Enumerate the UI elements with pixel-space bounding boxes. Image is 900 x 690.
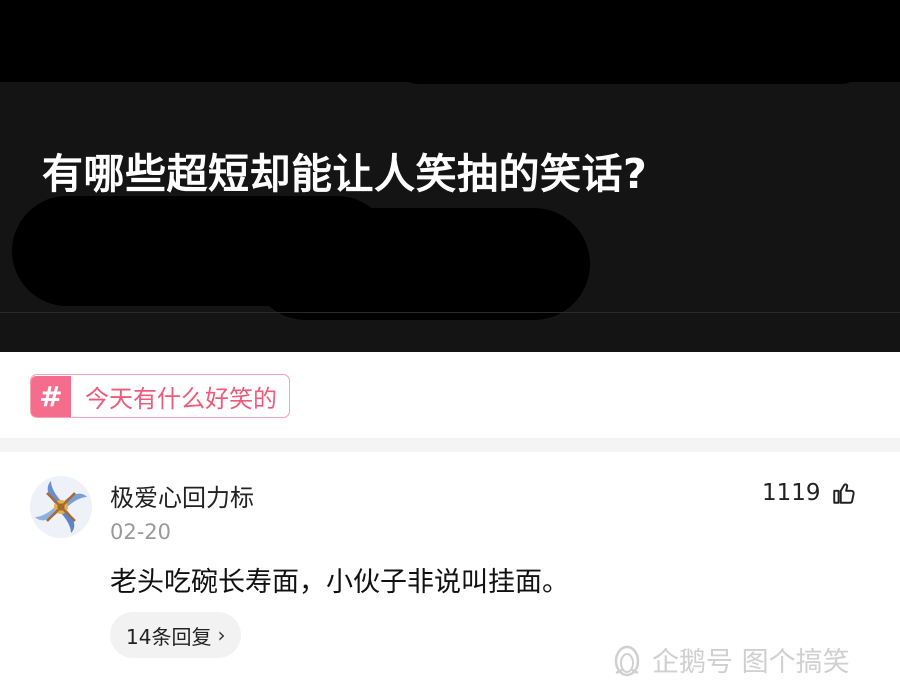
comment-item: 极爱心回力标 02-20 1119 老头吃碗长寿面，小伙子非说叫挂面。 14条回…	[0, 452, 900, 690]
replies-label: 14条回复	[126, 624, 212, 649]
view-replies-button[interactable]: 14条回复 ›	[110, 612, 242, 658]
question-header: 有哪些超短却能让人笑抽的笑话?	[0, 0, 900, 352]
question-title[interactable]: 有哪些超短却能让人笑抽的笑话?	[42, 140, 647, 200]
section-separator	[0, 438, 900, 452]
hashtag-icon: #	[31, 375, 71, 417]
watermark-text: 企鹅号 图个搞笑	[652, 647, 850, 678]
avatar[interactable]	[30, 476, 92, 538]
pinwheel-avatar-icon	[30, 476, 92, 538]
like-count: 1119	[762, 480, 821, 506]
penguin-icon	[614, 645, 640, 676]
redaction-mark	[390, 40, 870, 84]
comment-date: 02-20	[110, 520, 172, 544]
thumbs-up-icon	[832, 483, 855, 504]
topic-area: # 今天有什么好笑的	[0, 352, 900, 438]
username[interactable]: 极爱心回力标	[110, 478, 254, 513]
topic-tag[interactable]: # 今天有什么好笑的	[30, 374, 290, 418]
comment-content: 老头吃碗长寿面，小伙子非说叫挂面。	[110, 567, 569, 598]
like-button[interactable]: 1119	[762, 480, 857, 506]
divider	[0, 312, 900, 313]
watermark: 企鹅号 图个搞笑	[612, 640, 850, 679]
redaction-mark	[250, 208, 590, 320]
topic-label: 今天有什么好笑的	[85, 384, 277, 413]
chevron-right-icon: ›	[217, 623, 226, 647]
